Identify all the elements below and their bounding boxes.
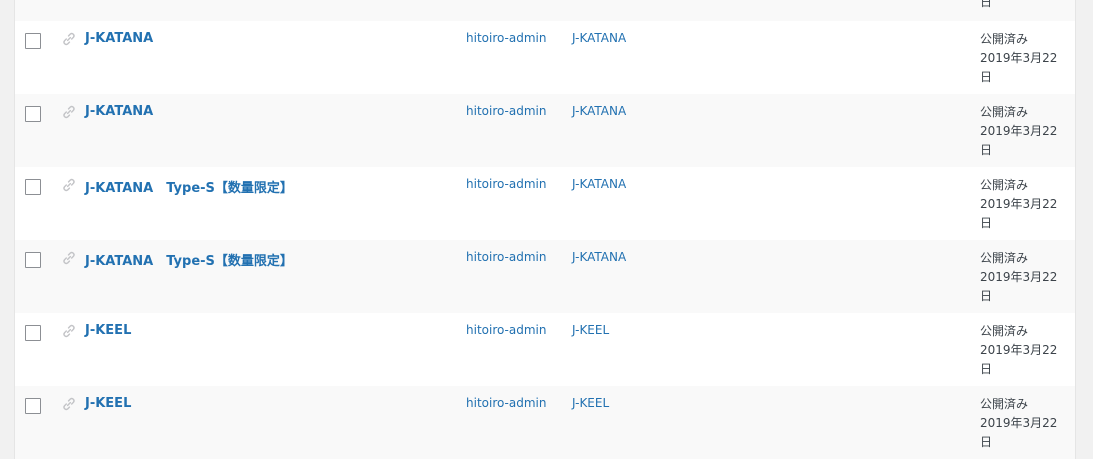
post-date: 公開済み 2019年3月22 日 (980, 249, 1068, 306)
row-checkbox[interactable] (25, 179, 41, 195)
status-label: 公開済み (980, 178, 1029, 192)
link-icon (63, 397, 75, 411)
author-link[interactable]: hitoiro-admin (466, 250, 546, 264)
post-date: 公開済み 2019年3月22 日 (980, 322, 1068, 379)
date-line-1: 2019年3月22 (980, 51, 1058, 65)
author-link[interactable]: hitoiro-admin (466, 31, 546, 45)
table-row: J-KEEL hitoiro-admin J-KEEL 公開済み 2019年3月… (15, 386, 1075, 459)
category-link[interactable]: J-KATANA (572, 250, 626, 264)
row-checkbox[interactable] (25, 398, 41, 414)
row-checkbox[interactable] (25, 325, 41, 341)
date-line-2: 日 (980, 216, 993, 230)
date-line-2: 日 (980, 70, 993, 84)
date-line-2: 日 (980, 435, 993, 449)
table-row: J-KEEL hitoiro-admin J-KEEL 公開済み 2019年3月… (15, 313, 1075, 386)
post-date: 公開済み 2019年3月22 日 (980, 103, 1068, 160)
link-icon (63, 324, 75, 338)
author-link[interactable]: hitoiro-admin (466, 104, 546, 118)
link-icon (63, 178, 75, 192)
category-link[interactable]: J-KEEL (572, 396, 609, 410)
post-title-link[interactable]: J-KEEL (85, 323, 131, 338)
date-line-2: 日 (980, 362, 993, 376)
date-line-1: 2019年3月22 (980, 270, 1058, 284)
date-fragment: 日 (980, 0, 993, 9)
author-link[interactable]: hitoiro-admin (466, 396, 546, 410)
author-link[interactable]: hitoiro-admin (466, 323, 546, 337)
row-checkbox[interactable] (25, 252, 41, 268)
previous-row-fragment: 日 (15, 0, 1075, 21)
table-row: J-KATANA Type-S【数量限定】 hitoiro-admin J-KA… (15, 167, 1075, 240)
post-title-link[interactable]: J-KEEL (85, 396, 131, 411)
status-label: 公開済み (980, 105, 1029, 119)
table-row: J-KATANA hitoiro-admin J-KATANA 公開済み 201… (15, 21, 1075, 94)
link-icon (63, 32, 75, 46)
category-link[interactable]: J-KEEL (572, 323, 609, 337)
status-label: 公開済み (980, 397, 1029, 411)
category-link[interactable]: J-KATANA (572, 177, 626, 191)
post-title-link[interactable]: J-KATANA (85, 104, 153, 119)
status-label: 公開済み (980, 324, 1029, 338)
date-line-2: 日 (980, 289, 993, 303)
category-link[interactable]: J-KATANA (572, 104, 626, 118)
post-date: 公開済み 2019年3月22 日 (980, 30, 1068, 87)
table-row: J-KATANA Type-S【数量限定】 hitoiro-admin J-KA… (15, 240, 1075, 313)
author-link[interactable]: hitoiro-admin (466, 177, 546, 191)
date-line-1: 2019年3月22 (980, 416, 1058, 430)
post-title-link[interactable]: J-KATANA Type-S【数量限定】 (85, 177, 293, 196)
post-title-link[interactable]: J-KATANA (85, 31, 153, 46)
date-line-2: 日 (980, 143, 993, 157)
table-row: J-KATANA hitoiro-admin J-KATANA 公開済み 201… (15, 94, 1075, 167)
link-icon (63, 251, 75, 265)
status-label: 公開済み (980, 32, 1029, 46)
date-line-1: 2019年3月22 (980, 343, 1058, 357)
post-date: 公開済み 2019年3月22 日 (980, 395, 1068, 452)
posts-table: 日 J-KATANA hitoiro-admin J-KATANA 公開済み 2… (15, 0, 1075, 459)
row-checkbox[interactable] (25, 33, 41, 49)
date-line-1: 2019年3月22 (980, 124, 1058, 138)
row-checkbox[interactable] (25, 106, 41, 122)
post-date: 公開済み 2019年3月22 日 (980, 176, 1068, 233)
category-link[interactable]: J-KATANA (572, 31, 626, 45)
date-line-1: 2019年3月22 (980, 197, 1058, 211)
post-title-link[interactable]: J-KATANA Type-S【数量限定】 (85, 250, 293, 269)
link-icon (63, 105, 75, 119)
status-label: 公開済み (980, 251, 1029, 265)
